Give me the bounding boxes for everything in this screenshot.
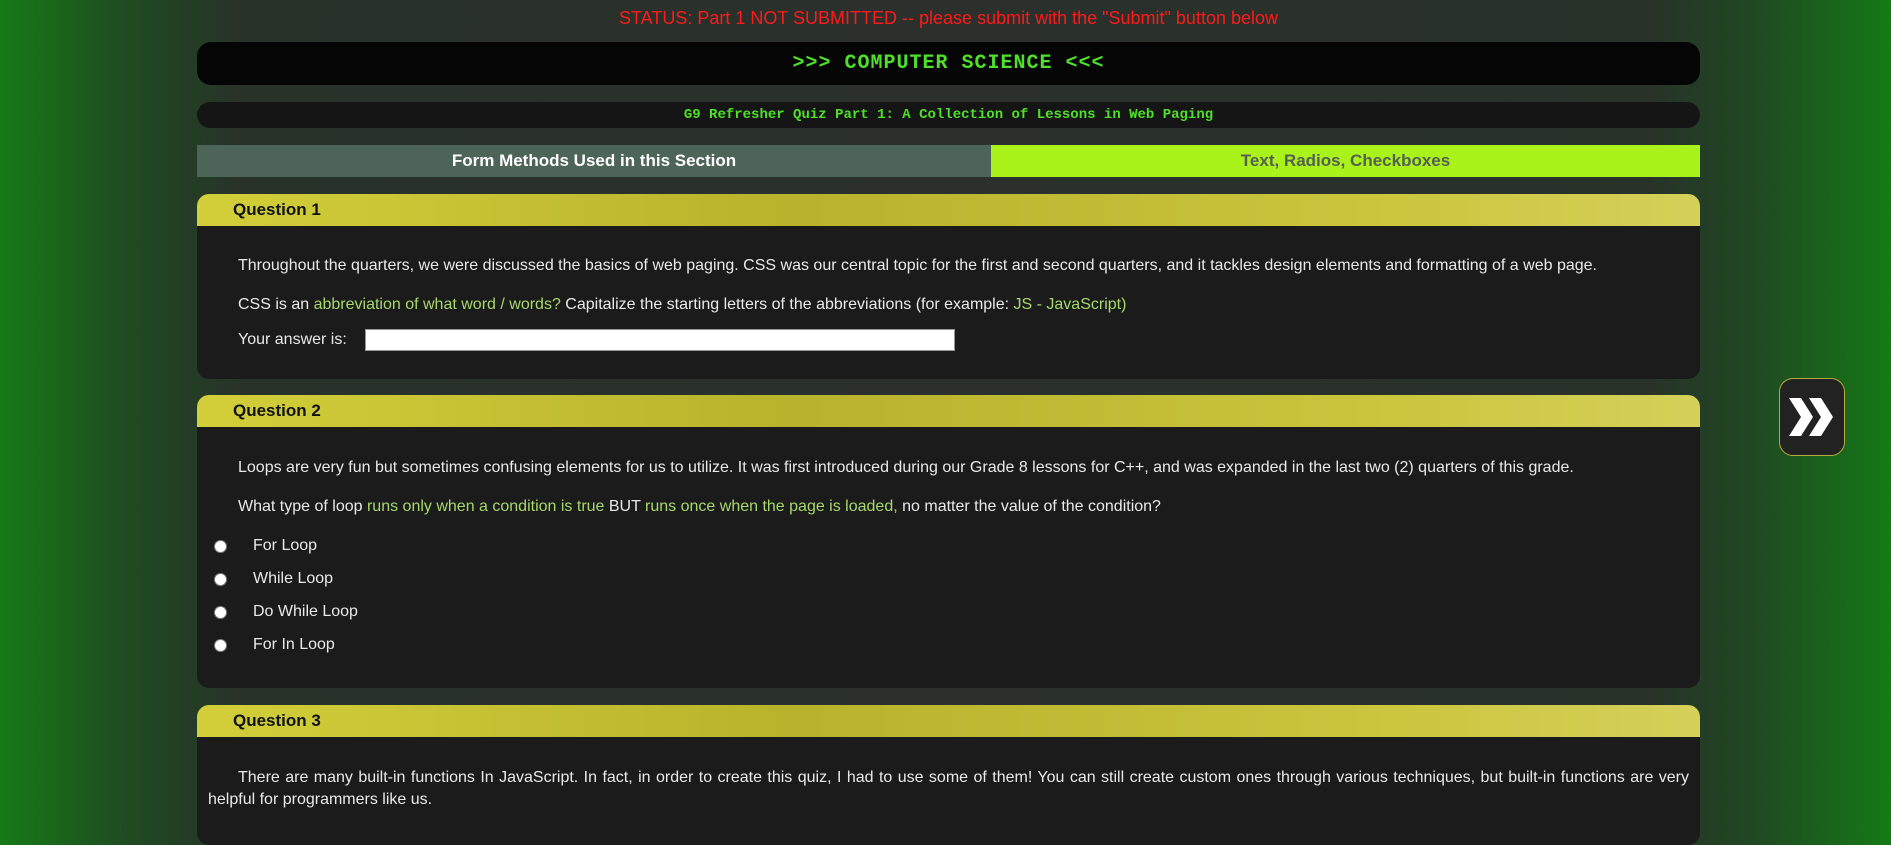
option-for-loop-radio[interactable] — [214, 539, 227, 553]
quiz-subtitle-bar: G9 Refresher Quiz Part 1: A Collection o… — [197, 102, 1700, 128]
question-3-intro: There are many built-in functions In Jav… — [208, 769, 1689, 808]
submission-status: STATUS: Part 1 NOT SUBMITTED -- please s… — [619, 8, 1278, 28]
option-label: Do While Loop — [253, 603, 358, 620]
question-1-answer-input[interactable] — [364, 329, 955, 351]
option-while-loop[interactable]: While Loop — [214, 570, 333, 588]
option-label: For In Loop — [253, 636, 335, 653]
question-2-prompt: What type of loop runs only when a condi… — [238, 498, 1161, 515]
option-do-while-loop[interactable]: Do While Loop — [214, 603, 358, 621]
question-1-answer-row: Your answer is: — [238, 329, 955, 351]
option-for-in-loop[interactable]: For In Loop — [214, 636, 335, 654]
question-3-heading: Question 3 — [197, 705, 1700, 737]
option-for-in-loop-radio[interactable] — [214, 638, 227, 652]
question-2-card: Question 2 Loops are very fun but someti… — [197, 395, 1700, 688]
option-label: For Loop — [253, 537, 318, 554]
option-for-loop[interactable]: For Loop — [214, 537, 317, 555]
question-1-card: Question 1 Throughout the quarters, we w… — [197, 194, 1700, 379]
form-methods-label: Form Methods Used in this Section — [197, 145, 991, 177]
option-do-while-loop-radio[interactable] — [214, 605, 227, 619]
page-title: >>> COMPUTER SCIENCE <<< — [792, 52, 1105, 75]
option-label: While Loop — [253, 570, 334, 587]
quiz-subtitle: G9 Refresher Quiz Part 1: A Collection o… — [683, 107, 1214, 123]
next-page-button[interactable] — [1779, 378, 1845, 456]
question-2-intro: Loops are very fun but sometimes confusi… — [238, 459, 1574, 476]
option-while-loop-radio[interactable] — [214, 572, 227, 586]
question-2-heading: Question 2 — [197, 395, 1700, 427]
answer-label: Your answer is: — [238, 331, 347, 348]
question-3-card: Question 3 There are many built-in funct… — [197, 705, 1700, 845]
double-chevron-right-icon — [1789, 398, 1833, 436]
page-title-bar: >>> COMPUTER SCIENCE <<< — [197, 42, 1700, 85]
form-methods-bar: Form Methods Used in this Section Text, … — [197, 145, 1700, 177]
question-1-heading: Question 1 — [197, 194, 1700, 226]
question-1-intro: Throughout the quarters, we were discuss… — [238, 257, 1597, 274]
question-1-prompt: CSS is an abbreviation of what word / wo… — [238, 296, 1127, 313]
form-methods-value: Text, Radios, Checkboxes — [991, 145, 1700, 177]
